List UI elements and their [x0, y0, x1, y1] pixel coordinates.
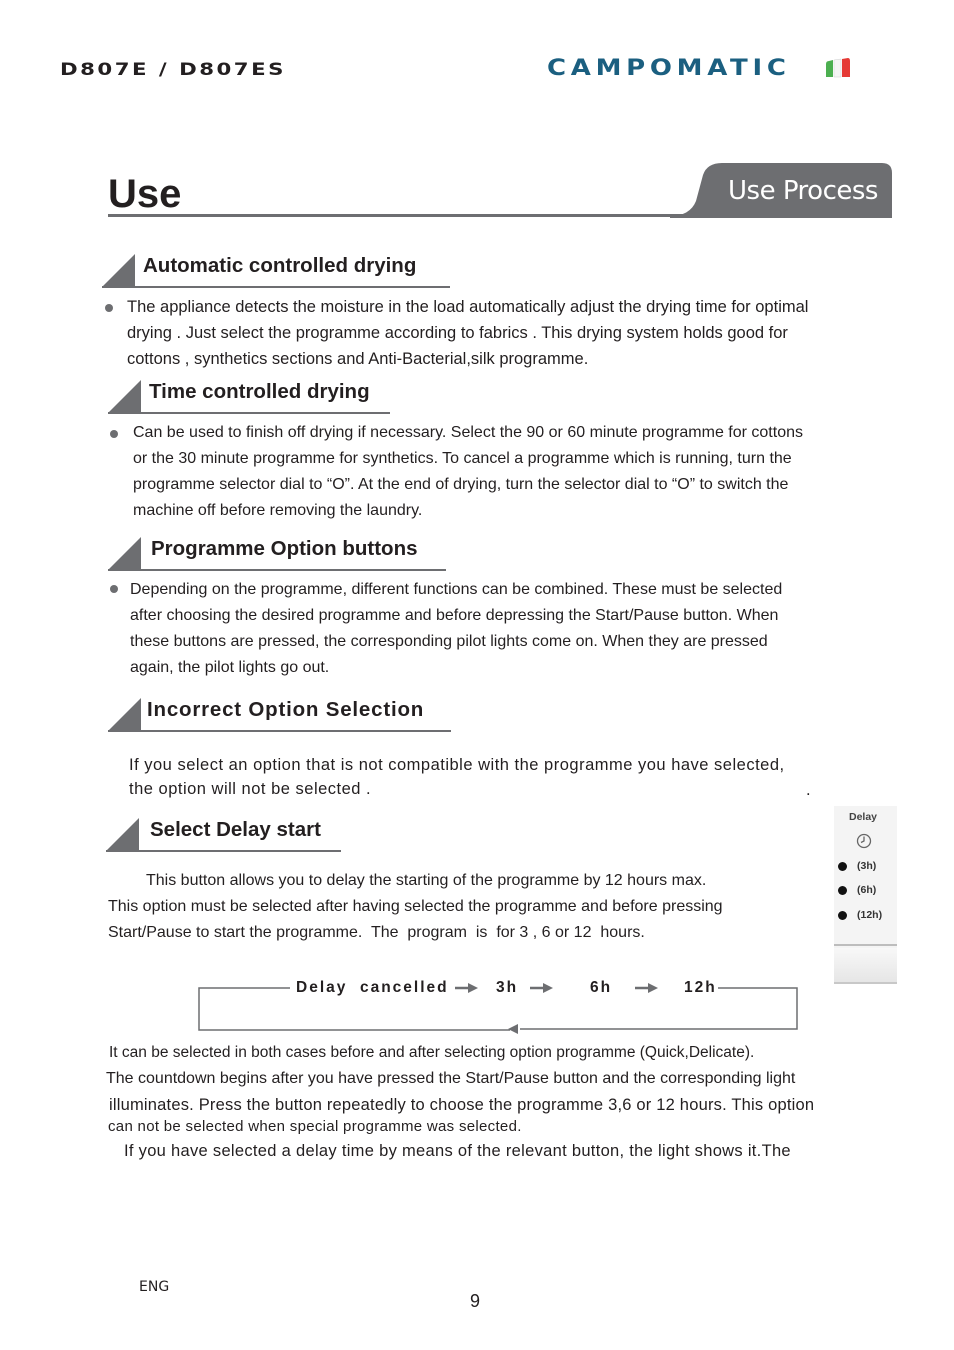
section-underline	[108, 569, 446, 571]
panel-divider	[834, 944, 897, 946]
section-heading-option-buttons: Programme Option buttons	[108, 537, 446, 571]
italian-flag-icon	[826, 58, 850, 78]
section-underline	[106, 850, 341, 852]
flow-step-6h: 6h	[590, 979, 613, 996]
text-line: Depending on the programme, different fu…	[130, 581, 783, 598]
text-line: This option must be selected after havin…	[108, 898, 723, 915]
section-heading-incorrect-option: Incorrect Option Selection	[108, 698, 451, 732]
section-body-delay-start: This button allows you to delay the star…	[108, 868, 723, 946]
section-title: Automatic controlled drying	[143, 254, 417, 277]
text-line: cottons , synthetics sections and Anti-B…	[127, 350, 589, 368]
flow-arrow-icon	[530, 983, 553, 993]
heading-triangle-icon	[102, 254, 135, 287]
section-underline	[102, 286, 450, 288]
delay-option-label: (3h)	[857, 860, 877, 872]
heading-triangle-icon	[106, 818, 139, 851]
flag-white	[833, 58, 842, 78]
text-line: again, the pilot lights go out.	[130, 659, 330, 676]
flag-red	[842, 58, 850, 77]
text-line: Can be used to finish off drying if nece…	[133, 424, 803, 441]
text-line: This button allows you to delay the star…	[146, 872, 707, 889]
delay-option-label: (6h)	[857, 884, 877, 896]
delay-note-line: can not be selected when special program…	[108, 1118, 522, 1135]
footer-language: ENG	[139, 1279, 170, 1295]
section-title: Programme Option buttons	[151, 537, 418, 560]
flow-arrow-icon	[635, 983, 658, 993]
text-line: Start/Pause to start the programme. The …	[108, 924, 645, 941]
flag-green	[826, 60, 833, 77]
heading-triangle-icon	[108, 380, 141, 413]
page-number: 9	[470, 1291, 481, 1311]
text-line: programme selector dial to “O”. At the e…	[133, 476, 789, 493]
bullet-icon	[110, 430, 118, 438]
heading-triangle-icon	[108, 537, 141, 570]
heading-triangle-icon	[108, 698, 141, 731]
text-line: machine off before removing the laundry.	[133, 502, 423, 519]
text-line: these buttons are pressed, the correspon…	[130, 633, 768, 650]
delay-note-line: It can be selected in both cases before …	[109, 1044, 755, 1061]
delay-12h-indicator-light	[838, 911, 847, 920]
model-number: D807E / D807ES	[60, 60, 286, 80]
flow-step-3h: 3h	[496, 979, 519, 996]
section-heading-time: Time controlled drying	[108, 380, 390, 414]
flow-line-right	[520, 987, 798, 1030]
text-line: or the 30 minute programme for synthetic…	[133, 450, 792, 467]
text-line: drying . Just select the programme accor…	[127, 324, 788, 342]
section-heading-delay-start: Select Delay start	[106, 818, 341, 852]
flow-step-12h: 12h	[684, 979, 717, 996]
section-body-option-buttons: Depending on the programme, different fu…	[130, 577, 782, 681]
section-underline	[108, 730, 451, 732]
delay-note-line: If you have selected a delay time by mea…	[124, 1142, 791, 1160]
text-line: If you select an option that is not comp…	[129, 756, 785, 774]
text-line: the option will not be selected .	[129, 780, 372, 798]
bullet-icon	[110, 585, 118, 593]
section-tab-label: Use Process	[728, 176, 878, 206]
stray-mark: .	[806, 781, 811, 799]
section-body-time: Can be used to finish off drying if nece…	[133, 420, 803, 524]
delay-note-line: The countdown begins after you have pres…	[106, 1070, 796, 1087]
brand-logo-text: CAMPOMATIC	[547, 56, 791, 81]
text-line: The appliance detects the moisture in th…	[127, 298, 809, 316]
section-title: Incorrect Option Selection	[147, 698, 425, 721]
section-underline	[108, 412, 390, 414]
section-body-incorrect-option: If you select an option that is not comp…	[129, 753, 785, 801]
clock-icon	[856, 833, 872, 849]
title-underline	[108, 214, 708, 217]
delay-option-label: (12h)	[857, 909, 883, 921]
text-line: after choosing the desired programme and…	[130, 607, 779, 624]
section-title: Select Delay start	[150, 818, 321, 841]
flow-arrow-icon	[455, 983, 478, 993]
delay-panel-title: Delay	[849, 811, 878, 823]
section-body-automatic: The appliance detects the moisture in th…	[127, 294, 808, 372]
flow-return-arrowhead	[508, 1024, 518, 1034]
flow-step-delay-cancelled: Delay cancelled	[296, 979, 449, 996]
delay-6h-indicator-light	[838, 886, 847, 895]
section-heading-automatic: Automatic controlled drying	[102, 254, 450, 288]
bullet-icon	[105, 304, 113, 312]
delay-3h-indicator-light	[838, 862, 847, 871]
page-title: Use	[108, 172, 182, 216]
section-title: Time controlled drying	[149, 380, 370, 403]
delay-button-illustration	[834, 948, 897, 984]
